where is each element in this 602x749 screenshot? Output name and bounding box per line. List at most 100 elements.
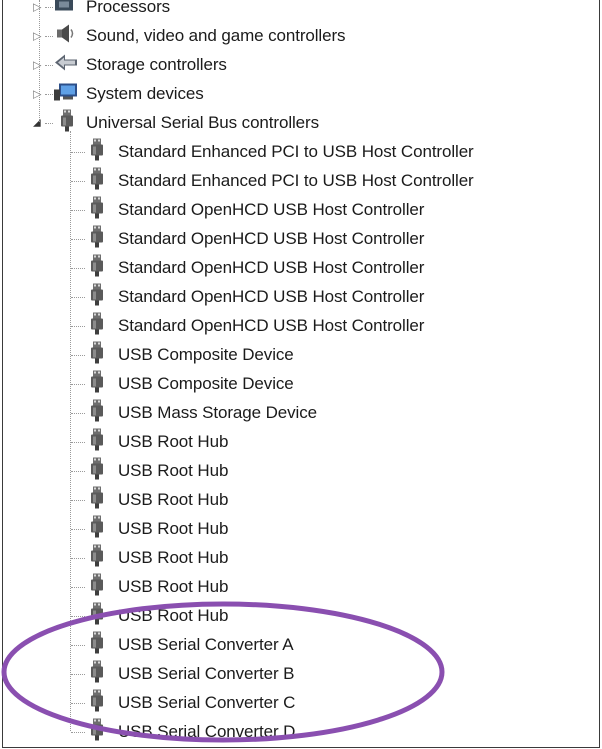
usb-device-label: Standard OpenHCD USB Host Controller [118,315,425,335]
usb-device-item[interactable]: USB Composite Device [3,369,599,398]
tree-category-universal-serial-bus-controllers[interactable]: ◢ Universal Serial Bus controllers [3,108,599,137]
usb-device-item[interactable]: USB Serial Converter B [3,659,599,688]
usb-plug-icon [90,689,104,716]
tree-connector [71,615,85,617]
usb-device-item[interactable]: USB Mass Storage Device [3,398,599,427]
usb-device-label: USB Root Hub [118,576,229,596]
speaker-icon [53,23,75,48]
usb-device-label: Standard OpenHCD USB Host Controller [118,257,425,277]
expand-arrow-icon[interactable]: ▷ [33,58,41,71]
usb-device-item[interactable]: USB Serial Converter C [3,688,599,717]
tree-root-line [39,0,40,122]
usb-plug-icon [90,631,104,658]
usb-device-label: USB Root Hub [118,489,229,509]
usb-plug-icon [90,457,104,484]
tree-connector [71,267,85,269]
usb-plug-icon [90,283,104,310]
tree-connector [71,731,85,733]
tree-connector [71,209,85,211]
tree-connector [45,64,53,66]
tree-category-storage-controllers[interactable]: ▷ Storage controllers [3,50,599,79]
usb-device-item[interactable]: Standard OpenHCD USB Host Controller [3,282,599,311]
tree-category-label: Processors [86,0,171,16]
tree-category-processors[interactable]: ▷ Processors [3,0,599,21]
usb-device-label: USB Serial Converter A [118,634,294,654]
usb-plug-icon [90,138,104,165]
device-manager-tree: ▷ Processors ▷ Sound, video and game contro… [2,0,600,748]
usb-device-item[interactable]: USB Root Hub [3,514,599,543]
tree-connector [71,644,85,646]
usb-device-label: Standard Enhanced PCI to USB Host Contro… [118,141,474,161]
tree-connector [71,180,85,182]
usb-plug-icon [90,660,104,687]
system-devices-icon [53,81,79,106]
usb-device-label: Standard OpenHCD USB Host Controller [118,286,425,306]
tree-connector [71,325,85,327]
usb-device-label: USB Serial Converter C [118,692,296,712]
tree-connector [71,470,85,472]
usb-plug-icon [90,515,104,542]
tree-category-system-devices[interactable]: ▷ System devices [3,79,599,108]
tree-category-label: Sound, video and game controllers [86,25,346,45]
tree-connector [71,702,85,704]
tree-connector [71,354,85,356]
tree-connector [45,93,53,95]
usb-device-item[interactable]: USB Root Hub [3,456,599,485]
usb-device-item[interactable]: USB Root Hub [3,485,599,514]
usb-device-item[interactable]: USB Root Hub [3,427,599,456]
expand-arrow-icon[interactable]: ▷ [33,87,41,100]
tree-connector [71,383,85,385]
tree-connector [71,586,85,588]
usb-plug-icon [60,109,74,136]
usb-device-label: USB Serial Converter D [118,721,296,741]
usb-plug-icon [90,602,104,629]
tree-category-sound-video-and-game-controllers[interactable]: ▷ Sound, video and game controllers [3,21,599,50]
usb-device-item[interactable]: USB Root Hub [3,601,599,630]
tree-connector [45,35,53,37]
tree-connector [71,557,85,559]
tree-child-line [70,131,71,731]
usb-device-label: Standard OpenHCD USB Host Controller [118,199,425,219]
expand-arrow-icon[interactable]: ▷ [33,29,41,42]
tree-connector [71,238,85,240]
tree-connector [71,499,85,501]
usb-plug-icon [90,225,104,252]
usb-device-label: USB Root Hub [118,605,229,625]
processor-icon [53,0,75,18]
usb-device-item[interactable]: USB Root Hub [3,572,599,601]
tree-connector [45,122,53,124]
expand-arrow-icon[interactable]: ▷ [33,0,41,13]
tree-connector [71,151,85,153]
usb-plug-icon [90,718,104,745]
tree-category-label: System devices [86,83,204,103]
usb-device-label: Standard Enhanced PCI to USB Host Contro… [118,170,474,190]
storage-controller-icon [53,52,79,77]
usb-device-label: USB Root Hub [118,460,229,480]
usb-plug-icon [90,312,104,339]
usb-plug-icon [90,428,104,455]
usb-device-label: USB Root Hub [118,431,229,451]
usb-device-item[interactable]: USB Root Hub [3,543,599,572]
tree-connector [71,441,85,443]
usb-device-label: USB Root Hub [118,547,229,567]
usb-plug-icon [90,486,104,513]
usb-plug-icon [90,544,104,571]
usb-device-item[interactable]: USB Serial Converter A [3,630,599,659]
usb-device-label: USB Serial Converter B [118,663,295,683]
usb-device-label: USB Composite Device [118,344,294,364]
usb-device-item[interactable]: Standard OpenHCD USB Host Controller [3,224,599,253]
usb-device-label: USB Composite Device [118,373,294,393]
usb-device-item[interactable]: USB Serial Converter D [3,717,599,746]
usb-plug-icon [90,370,104,397]
tree-connector [71,673,85,675]
usb-device-item[interactable]: Standard Enhanced PCI to USB Host Contro… [3,137,599,166]
usb-device-item[interactable]: Standard OpenHCD USB Host Controller [3,253,599,282]
usb-device-item[interactable]: Standard OpenHCD USB Host Controller [3,311,599,340]
usb-device-item[interactable]: Standard Enhanced PCI to USB Host Contro… [3,166,599,195]
usb-device-label: Standard OpenHCD USB Host Controller [118,228,425,248]
usb-device-item[interactable]: USB Composite Device [3,340,599,369]
usb-plug-icon [90,167,104,194]
usb-plug-icon [90,399,104,426]
usb-device-item[interactable]: Standard OpenHCD USB Host Controller [3,195,599,224]
usb-plug-icon [90,196,104,223]
